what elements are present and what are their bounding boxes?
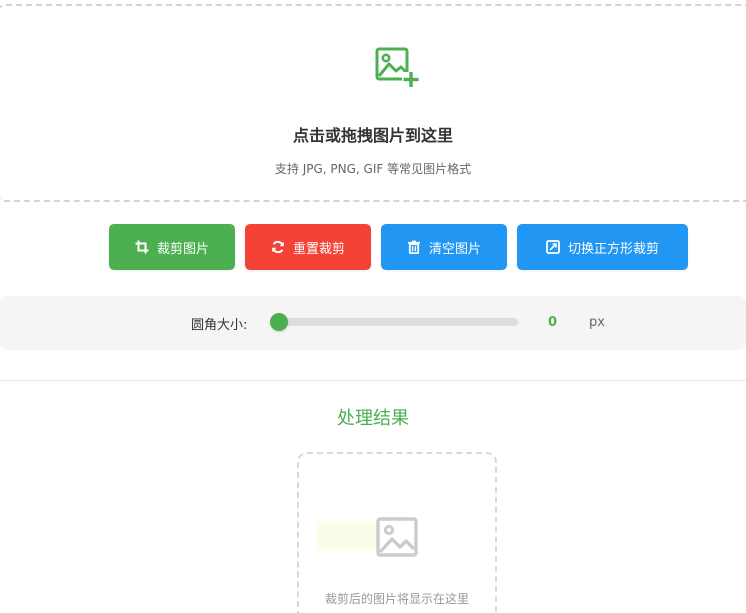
corner-radius-label: 圆角大小: <box>191 318 248 333</box>
result-preview-highlight <box>316 521 380 551</box>
reset-crop-button[interactable]: 重置裁剪 <box>245 224 371 270</box>
reset-crop-button-label: 重置裁剪 <box>292 241 345 257</box>
corner-radius-slider-track[interactable] <box>272 318 518 326</box>
add-image-icon <box>375 47 420 88</box>
upload-format-hint: 支持 JPG, PNG, GIF 等常见图片格式 <box>274 162 472 176</box>
square-crop-icon <box>546 240 560 254</box>
trash-icon <box>407 240 420 254</box>
section-divider <box>0 380 746 381</box>
crop-button[interactable]: 裁剪图片 <box>109 224 235 270</box>
corner-radius-unit: px <box>589 315 605 330</box>
corner-radius-slider-thumb[interactable] <box>270 313 288 331</box>
crop-button-label: 裁剪图片 <box>156 241 209 257</box>
clear-image-button-label: 清空图片 <box>428 241 481 257</box>
result-placeholder-text: 裁剪后的图片将显示在这里 <box>324 592 469 606</box>
refresh-icon <box>272 240 284 254</box>
upload-title: 点击或拖拽图片到这里 <box>292 126 453 145</box>
image-placeholder-icon <box>376 517 418 557</box>
image-cropper-page: 点击或拖拽图片到这里 支持 JPG, PNG, GIF 等常见图片格式 裁剪图片… <box>0 0 746 613</box>
corner-radius-value: 0 <box>548 315 558 330</box>
crop-icon <box>135 240 149 254</box>
toggle-square-crop-button-label: 切换正方形裁剪 <box>567 241 659 257</box>
clear-image-button[interactable]: 清空图片 <box>381 224 507 270</box>
result-title: 处理结果 <box>337 408 409 429</box>
toggle-square-crop-button[interactable]: 切换正方形裁剪 <box>517 224 688 270</box>
